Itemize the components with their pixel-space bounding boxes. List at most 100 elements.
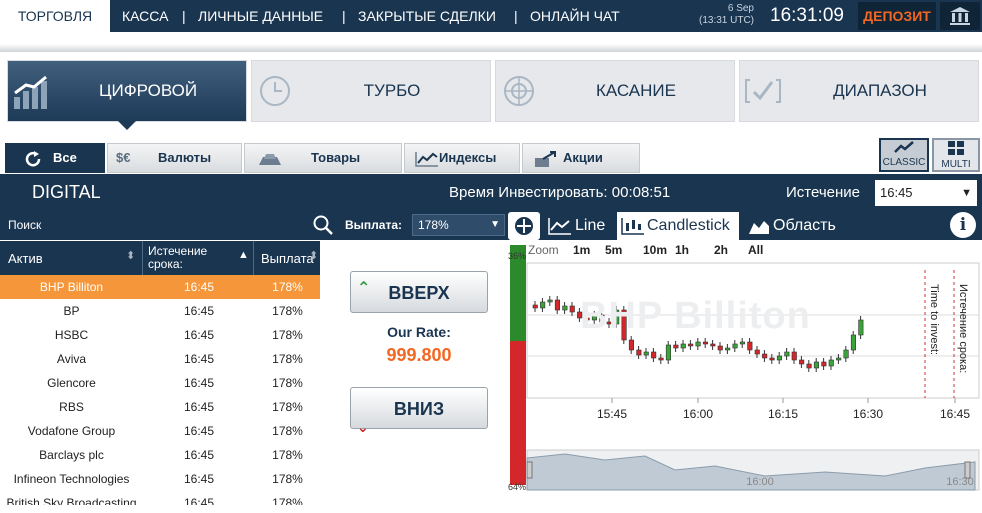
mode-touch[interactable]: КАСАНИЕ bbox=[495, 60, 735, 122]
chart-watermark: BHP Billiton bbox=[580, 295, 811, 337]
trend-icon bbox=[894, 141, 914, 153]
table-cell: 16:45 bbox=[183, 280, 215, 294]
rate-label: Our Rate: bbox=[387, 324, 451, 340]
candle-body bbox=[858, 319, 864, 336]
clock-icon bbox=[260, 76, 290, 106]
candle-body bbox=[791, 351, 797, 361]
chart-settings-button[interactable] bbox=[508, 212, 540, 240]
payout-select[interactable]: 178% ▼ bbox=[412, 214, 505, 236]
classic-view-button[interactable]: CLASSIC bbox=[879, 138, 929, 172]
candle-body bbox=[562, 305, 568, 311]
chart-tab-candlestick[interactable]: Candlestick bbox=[617, 212, 739, 240]
deposit-button[interactable]: ДЕПОЗИТ bbox=[858, 2, 936, 30]
gold-bar-icon bbox=[259, 154, 281, 165]
sort-icon: ⬍ bbox=[126, 250, 136, 262]
category-label: Все bbox=[53, 150, 77, 165]
nav-online-chat[interactable]: ОНЛАЙН ЧАТ bbox=[530, 0, 620, 32]
nav-cashier[interactable]: КАССА bbox=[122, 0, 168, 32]
table-row[interactable]: Aviva 16:45 178% bbox=[0, 347, 320, 371]
multi-view-button[interactable]: MULTI bbox=[932, 138, 980, 172]
mode-label: ТУРБО bbox=[363, 81, 421, 100]
table-row[interactable]: Infineon Technologies 16:45 178% bbox=[0, 467, 320, 491]
nav-closed-deals[interactable]: ЗАКРЫТЫЕ СДЕЛКИ bbox=[358, 0, 496, 32]
table-cell: 178% bbox=[272, 424, 303, 438]
payout-filter: Выплата: 178% ▼ bbox=[335, 210, 505, 240]
line-chart-icon bbox=[548, 218, 571, 235]
category-indices[interactable]: Индексы bbox=[404, 143, 520, 173]
target-icon bbox=[515, 217, 533, 235]
candlestick-icon bbox=[621, 218, 644, 235]
candle-body bbox=[628, 339, 634, 351]
column-label: Актив bbox=[8, 251, 43, 266]
table-row[interactable]: BHP Billiton 16:45 178% bbox=[0, 275, 320, 299]
mode-turbo[interactable]: ТУРБО bbox=[251, 60, 491, 122]
candle-body bbox=[762, 353, 768, 359]
expiry-select[interactable]: 16:45 ▼ bbox=[875, 180, 977, 206]
expiry-marker-label: Истечение срока: bbox=[957, 284, 969, 373]
navigator-tick: 16:00 bbox=[746, 476, 774, 488]
sort-icon: ⬍ bbox=[309, 250, 319, 262]
table-row[interactable]: British Sky Broadcasting 16:45 178% bbox=[0, 491, 320, 505]
sort-asc-icon: ▲ bbox=[238, 249, 249, 261]
category-label: Товары bbox=[311, 150, 361, 165]
category-all[interactable]: Все bbox=[5, 143, 105, 173]
search-input[interactable]: Поиск bbox=[8, 210, 41, 240]
table-cell: RBS bbox=[59, 400, 84, 414]
column-payout[interactable]: Выплата ⬍ bbox=[255, 241, 320, 275]
mode-digital[interactable]: ЦИФРОВОЙ bbox=[7, 60, 247, 122]
chart-tab-label: Candlestick bbox=[647, 217, 730, 234]
category-currencies[interactable]: $€ Валюты bbox=[107, 143, 242, 173]
column-asset[interactable]: Актив ⬍ bbox=[0, 241, 143, 275]
table-cell: 16:45 bbox=[183, 496, 215, 505]
mode-range[interactable]: ДИАПАЗОН bbox=[739, 60, 979, 122]
divider bbox=[0, 44, 982, 52]
chart-tab-line[interactable]: Line bbox=[543, 212, 615, 240]
table-cell: 16:45 bbox=[183, 304, 215, 318]
table-row[interactable]: HSBC 16:45 178% bbox=[0, 323, 320, 347]
candle-body bbox=[850, 334, 857, 351]
column-expiry[interactable]: Истечение срока: ▲ bbox=[144, 241, 254, 275]
currency-icon: $€ bbox=[116, 150, 131, 165]
up-button[interactable]: ⌃ ВВЕРХ bbox=[350, 271, 488, 313]
table-cell: HSBC bbox=[54, 328, 89, 342]
table-row[interactable]: Glencore 16:45 178% bbox=[0, 371, 320, 395]
candle-body bbox=[688, 343, 694, 347]
tab-trading[interactable]: ТОРГОВЛЯ bbox=[0, 0, 110, 32]
table-row[interactable]: BP 16:45 178% bbox=[0, 299, 320, 323]
candle-body bbox=[673, 344, 679, 349]
down-button[interactable]: ВНИЗ ⌄ bbox=[350, 387, 488, 435]
candle-body bbox=[665, 344, 671, 361]
search-icon[interactable] bbox=[312, 214, 334, 236]
candle-body bbox=[806, 363, 812, 369]
table-cell: 178% bbox=[272, 352, 303, 366]
view-label: CLASSIC bbox=[882, 157, 926, 168]
category-label: Акции bbox=[563, 150, 603, 165]
table-cell: 16:45 bbox=[183, 448, 215, 462]
column-label: Выплата bbox=[261, 251, 314, 266]
nav-separator: | bbox=[182, 8, 186, 24]
category-commodities[interactable]: Товары bbox=[244, 143, 402, 173]
candle-body bbox=[799, 359, 805, 365]
table-row[interactable]: RBS 16:45 178% bbox=[0, 395, 320, 419]
candle-body bbox=[658, 357, 664, 361]
table-row[interactable]: Vodafone Group 16:45 178% bbox=[0, 419, 320, 443]
bank-icon[interactable] bbox=[940, 2, 980, 30]
nav-personal-data[interactable]: ЛИЧНЫЕ ДАННЫЕ bbox=[198, 0, 323, 32]
candle-body bbox=[836, 357, 842, 361]
table-cell: 178% bbox=[272, 328, 303, 342]
asset-list: BHP Billiton 16:45 178% BP 16:45 178% HSBC 16:4… bbox=[0, 275, 320, 505]
candle-body bbox=[547, 299, 553, 303]
x-tick-label: 16:30 bbox=[853, 407, 883, 421]
search-bar[interactable]: Поиск bbox=[0, 210, 335, 240]
nav-separator: | bbox=[342, 8, 346, 24]
candle-body bbox=[739, 341, 745, 345]
candle-body bbox=[754, 349, 760, 355]
table-row[interactable]: Barclays plc 16:45 178% bbox=[0, 443, 320, 467]
category-stocks[interactable]: Акции bbox=[522, 143, 640, 173]
table-cell: British Sky Broadcasting bbox=[6, 496, 137, 505]
category-label: Валюты bbox=[158, 150, 212, 165]
info-icon[interactable]: i bbox=[950, 212, 976, 238]
candle-body bbox=[821, 361, 827, 367]
table-cell: 178% bbox=[272, 496, 303, 505]
chart-tab-area[interactable]: Область bbox=[743, 212, 845, 240]
